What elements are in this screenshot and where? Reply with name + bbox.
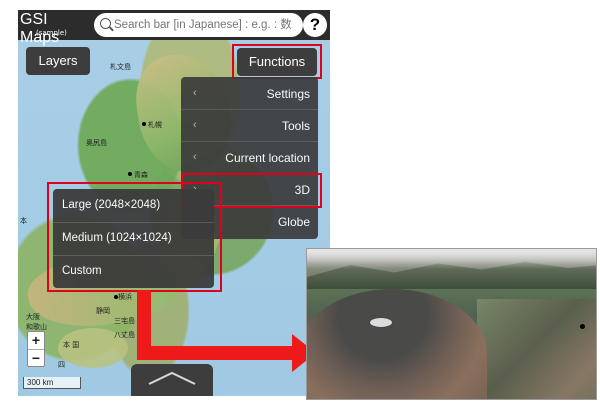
help-button[interactable]: ?: [303, 13, 327, 37]
map-label: 札幌: [148, 121, 162, 129]
annotation-arrow-shaft: [137, 346, 292, 360]
menu-item-label: Tools: [281, 119, 310, 133]
city-marker: [142, 122, 146, 126]
menu-item-current-location[interactable]: ‹ Current location: [181, 141, 318, 174]
functions-highlight-box: [232, 44, 322, 79]
top-bar: GSI Maps (sample) ?: [18, 10, 330, 46]
map-label: 静岡: [96, 307, 110, 315]
zoom-in-button[interactable]: +: [28, 332, 44, 350]
scale-bar: 300 km: [23, 377, 81, 389]
city-marker: [128, 172, 132, 176]
volcano-crater: [369, 317, 393, 328]
gsi-logo[interactable]: GSI Maps (sample): [20, 11, 90, 46]
volcano-cone: [307, 289, 487, 399]
map-label: 三宅島: [114, 317, 135, 325]
search-input[interactable]: [114, 14, 299, 36]
map-label: 本: [20, 217, 27, 225]
chevron-left-icon: ‹: [193, 119, 197, 131]
menu-item-settings[interactable]: ‹ Settings: [181, 77, 318, 110]
logo-subtitle: (sample): [36, 29, 67, 37]
menu-item-label: Settings: [266, 87, 310, 101]
bottom-panel-toggle[interactable]: [131, 364, 213, 396]
3d-terrain-view: [306, 248, 597, 400]
map-label: 本 国: [63, 341, 80, 349]
map-label: 四: [58, 361, 65, 369]
menu-item-tools[interactable]: ‹ Tools: [181, 109, 318, 142]
zoom-control: + −: [27, 331, 45, 367]
size-highlight-box: [47, 182, 222, 292]
search-icon: [100, 18, 111, 29]
map-label: 横浜: [118, 293, 132, 301]
menu-item-label: Globe: [277, 215, 310, 229]
chevron-left-icon: ‹: [193, 151, 197, 163]
city-marker: [114, 295, 118, 299]
map-label: 大阪: [26, 313, 40, 321]
map-label: 札文島: [110, 63, 131, 71]
map-label: 奥尻島: [86, 139, 107, 147]
menu-item-label: Current location: [225, 151, 310, 165]
location-marker: [580, 324, 585, 329]
layers-button[interactable]: Layers: [26, 47, 90, 75]
map-label: 青森: [134, 171, 148, 179]
chevron-up-icon: [148, 371, 196, 385]
sky-haze: [307, 249, 596, 269]
map-label: 八丈島: [114, 331, 135, 339]
zoom-out-button[interactable]: −: [28, 350, 44, 367]
chevron-left-icon: ‹: [193, 87, 197, 99]
search-box[interactable]: [94, 13, 303, 37]
terrain-plain: [477, 299, 596, 399]
